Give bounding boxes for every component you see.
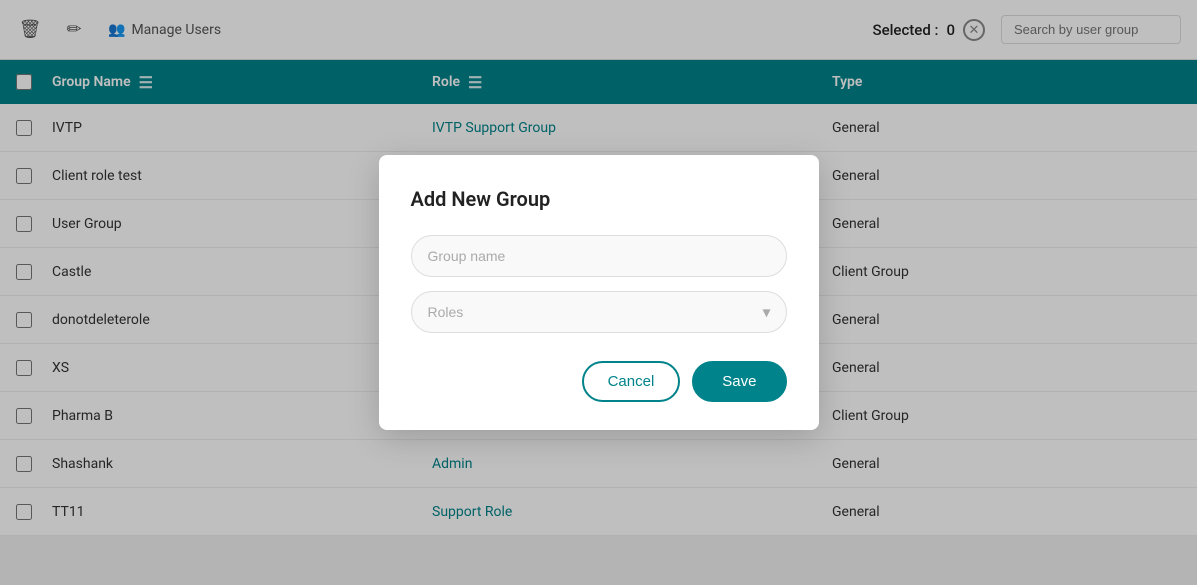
modal-title: Add New Group (411, 187, 787, 211)
roles-select[interactable]: Roles (411, 291, 787, 333)
roles-select-wrapper: Roles ▾ (411, 291, 787, 333)
save-button[interactable]: Save (692, 361, 786, 402)
add-new-group-modal: Add New Group Roles ▾ Cancel Save (379, 155, 819, 430)
cancel-button[interactable]: Cancel (582, 361, 681, 402)
modal-actions: Cancel Save (411, 361, 787, 402)
group-name-input[interactable] (411, 235, 787, 277)
modal-overlay: Add New Group Roles ▾ Cancel Save (0, 0, 1197, 585)
